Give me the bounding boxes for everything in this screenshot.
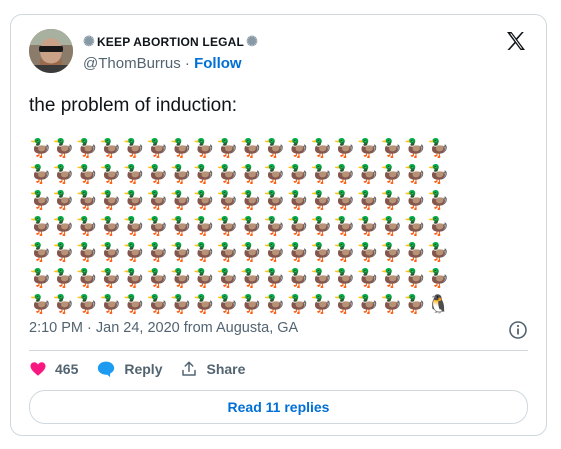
avatar[interactable] bbox=[29, 29, 73, 73]
tweet-card: ✺ KEEP ABORTION LEGAL ✺ @ThomBurrus · Fo… bbox=[10, 14, 547, 436]
emoji-row: 🦆🦆🦆🦆🦆🦆🦆🦆🦆🦆🦆🦆🦆🦆🦆🦆🦆🦆 bbox=[29, 216, 451, 236]
display-name[interactable]: KEEP ABORTION LEGAL bbox=[97, 35, 244, 49]
share-label: Share bbox=[206, 361, 246, 377]
handle-row: @ThomBurrus · Follow bbox=[83, 55, 242, 72]
emoji-row: 🦆🦆🦆🦆🦆🦆🦆🦆🦆🦆🦆🦆🦆🦆🦆🦆🦆🐧 bbox=[29, 294, 451, 314]
x-logo-icon[interactable] bbox=[504, 29, 528, 53]
separator-dot: · bbox=[184, 55, 195, 72]
like-count: 465 bbox=[55, 361, 79, 377]
tweet-timestamp[interactable]: 2:10 PM · Jan 24, 2020 from Augusta, GA bbox=[29, 320, 298, 336]
heart-icon bbox=[30, 362, 46, 376]
read-replies-button[interactable]: Read 11 replies bbox=[29, 390, 528, 424]
reply-label: Reply bbox=[124, 361, 163, 377]
emoji-grid: 🦆🦆🦆🦆🦆🦆🦆🦆🦆🦆🦆🦆🦆🦆🦆🦆🦆🦆 🦆🦆🦆🦆🦆🦆🦆🦆🦆🦆🦆🦆🦆🦆🦆🦆🦆🦆 🦆🦆… bbox=[29, 135, 529, 317]
reply-icon bbox=[98, 361, 115, 378]
share-button[interactable]: Share bbox=[180, 360, 245, 378]
sparkle-icon: ✺ bbox=[246, 33, 259, 49]
sparkle-icon: ✺ bbox=[83, 33, 95, 49]
tweet-text: the problem of induction: bbox=[29, 95, 238, 116]
display-name-row[interactable]: ✺ KEEP ABORTION LEGAL ✺ bbox=[83, 33, 258, 50]
share-icon bbox=[182, 361, 197, 376]
reply-button[interactable]: Reply bbox=[96, 360, 162, 378]
emoji-row: 🦆🦆🦆🦆🦆🦆🦆🦆🦆🦆🦆🦆🦆🦆🦆🦆🦆🦆 bbox=[29, 138, 451, 158]
follow-link[interactable]: Follow bbox=[194, 55, 242, 72]
emoji-row: 🦆🦆🦆🦆🦆🦆🦆🦆🦆🦆🦆🦆🦆🦆🦆🦆🦆🦆 bbox=[29, 164, 451, 184]
emoji-row: 🦆🦆🦆🦆🦆🦆🦆🦆🦆🦆🦆🦆🦆🦆🦆🦆🦆🦆 bbox=[29, 242, 451, 262]
emoji-row: 🦆🦆🦆🦆🦆🦆🦆🦆🦆🦆🦆🦆🦆🦆🦆🦆🦆🦆 bbox=[29, 190, 451, 210]
action-bar: 465 Reply Share bbox=[29, 360, 245, 378]
avatar-image bbox=[29, 29, 73, 73]
info-icon[interactable] bbox=[508, 320, 528, 340]
like-button[interactable]: 465 bbox=[29, 360, 78, 378]
divider bbox=[29, 350, 528, 351]
emoji-row: 🦆🦆🦆🦆🦆🦆🦆🦆🦆🦆🦆🦆🦆🦆🦆🦆🦆🦆 bbox=[29, 268, 451, 288]
handle[interactable]: @ThomBurrus bbox=[83, 55, 181, 72]
